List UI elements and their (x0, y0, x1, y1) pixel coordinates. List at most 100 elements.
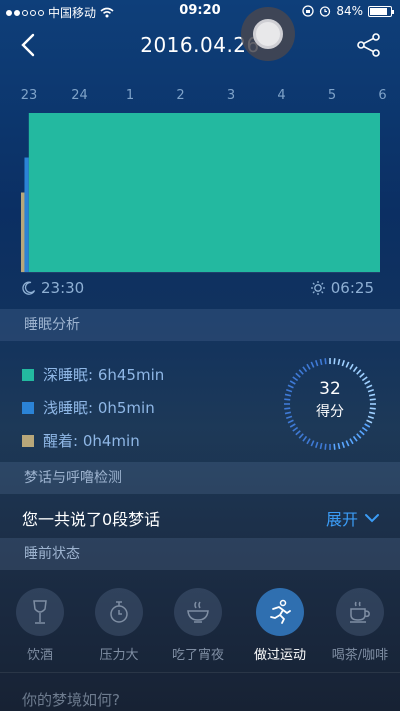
wake-time: 06:25 (310, 279, 374, 297)
analysis-item-light: 浅睡眠: 0h5min (22, 391, 164, 424)
sleep-analysis-header: 睡眠分析 (0, 309, 400, 341)
light-sleep-label: 浅睡眠: 0h5min (43, 399, 155, 417)
expand-label: 展开 (325, 510, 358, 529)
sleep-chart-svg (21, 113, 380, 273)
score-value: 32 (319, 379, 341, 399)
activity-tea-coffee[interactable]: 喝茶/咖啡 (325, 588, 395, 663)
score-ring-tick (292, 426, 299, 432)
score-ring-tick (345, 440, 350, 447)
score-ring-tick (333, 358, 336, 365)
sleeptalk-header: 梦话与呼噜检测 (0, 462, 400, 494)
score-ring-tick (337, 358, 341, 366)
status-bar: 中国移动 09:20 84% (0, 0, 400, 22)
analysis-item-deep: 深睡眠: 6h45min (22, 358, 164, 391)
coffee-cup-icon (350, 601, 370, 623)
deep-sleep-bar (28, 113, 380, 272)
battery-icon (368, 5, 394, 17)
score-ring-tick (298, 433, 304, 439)
sleeptalk-row: 您一共说了0段梦话 展开 (0, 496, 400, 538)
light-sleep-swatch (22, 401, 34, 414)
score-ring-tick (298, 369, 304, 375)
score-unit: 得分 (316, 404, 344, 420)
activity-exercise-circle (256, 588, 304, 636)
awake-bar (21, 192, 25, 272)
deep-sleep-swatch (22, 368, 34, 381)
activity-late-snack[interactable]: 吃了宵夜 (163, 588, 233, 663)
deep-sleep-label: 深睡眠: 6h45min (43, 366, 165, 384)
score-ring-tick (306, 363, 311, 370)
score-ring-tick (289, 423, 296, 428)
score-ring-tick (310, 440, 315, 447)
score-ring-tick (349, 363, 354, 370)
running-icon (270, 599, 291, 624)
battery-percent: 84% (336, 4, 363, 18)
score-ring-tick (349, 438, 354, 445)
score-display: 32 得分 (283, 379, 377, 421)
light-sleep-bar (24, 157, 29, 272)
score-ring-tick (324, 443, 327, 450)
divider (0, 672, 400, 673)
rotation-lock-icon (302, 5, 314, 17)
activity-stress-circle (95, 588, 143, 636)
score-ring-tick (315, 360, 319, 367)
sun-icon (310, 281, 325, 295)
bowl-icon (187, 601, 209, 623)
score-ring-tick (295, 430, 301, 436)
bed-time-label: 23:30 (41, 279, 85, 297)
activity-tea-coffee-label: 喝茶/咖啡 (331, 648, 389, 663)
score-ring-tick (352, 435, 358, 442)
activity-drinking-label: 饮酒 (26, 648, 53, 663)
expand-button[interactable]: 展开 (326, 506, 380, 530)
share-icon[interactable] (356, 32, 382, 58)
activity-row: 饮酒 压力大 吃了宵夜 做过运动 喝茶/咖啡 (0, 588, 400, 663)
score-ring-tick (356, 369, 362, 375)
activity-exercise[interactable]: 做过运动 (245, 588, 315, 663)
assistive-touch-button[interactable] (241, 7, 295, 61)
activity-drinking[interactable]: 饮酒 (5, 588, 75, 663)
sleeptalk-summary: 您一共说了0段梦话 (22, 510, 161, 529)
score-ring-tick (356, 433, 362, 439)
activity-tea-coffee-circle (336, 588, 384, 636)
score-ring-tick (345, 361, 350, 368)
awake-swatch (22, 434, 34, 447)
score-ring-tick (306, 438, 311, 445)
status-right: 84% (302, 4, 394, 18)
score-ring-tick (310, 361, 315, 368)
analysis-item-awake: 醒着: 0h4min (22, 424, 164, 457)
score-ring-tick (359, 372, 365, 378)
page-title: 2016.04.26 (140, 33, 260, 57)
activity-drinking-circle (16, 588, 64, 636)
score-ring-tick (333, 443, 336, 450)
analysis-list: 深睡眠: 6h45min 浅睡眠: 0h5min 醒着: 0h4min (22, 358, 164, 457)
moon-icon (22, 281, 36, 295)
score-ring-tick (359, 430, 365, 436)
alarm-icon (320, 6, 331, 17)
score-ring-tick (341, 360, 345, 367)
dream-question[interactable]: 你的梦境如何? (22, 689, 120, 710)
score-ring-tick (319, 442, 323, 450)
pre-sleep-header: 睡前状态 (0, 538, 400, 570)
nav-bar: 2016.04.26 (0, 22, 400, 68)
score-ring-tick (364, 423, 371, 428)
wake-time-label: 06:25 (330, 279, 374, 297)
score-ring-tick (302, 366, 308, 373)
stopwatch-icon (110, 601, 128, 623)
score-ring-tick (302, 435, 308, 442)
bed-time: 23:30 (22, 279, 84, 297)
score-ring-tick (337, 442, 341, 450)
activity-stress-label: 压力大 (99, 648, 139, 663)
awake-label: 醒着: 0h4min (43, 432, 140, 450)
activity-stress[interactable]: 压力大 (84, 588, 154, 663)
sleep-chart: 23 24 1 2 3 4 5 6 23:30 06:25 (0, 70, 400, 310)
wine-glass-icon (33, 600, 47, 624)
score-ring-tick (315, 441, 319, 448)
score-ring-tick (352, 366, 358, 373)
score-ring-tick (361, 426, 368, 432)
score-ring-tick (295, 372, 301, 378)
activity-late-snack-circle (174, 588, 222, 636)
score-ring-tick (319, 358, 323, 366)
score-ring-tick (341, 441, 345, 448)
activity-late-snack-label: 吃了宵夜 (171, 648, 224, 663)
score-ring-tick (324, 358, 327, 365)
activity-exercise-label: 做过运动 (253, 648, 306, 663)
